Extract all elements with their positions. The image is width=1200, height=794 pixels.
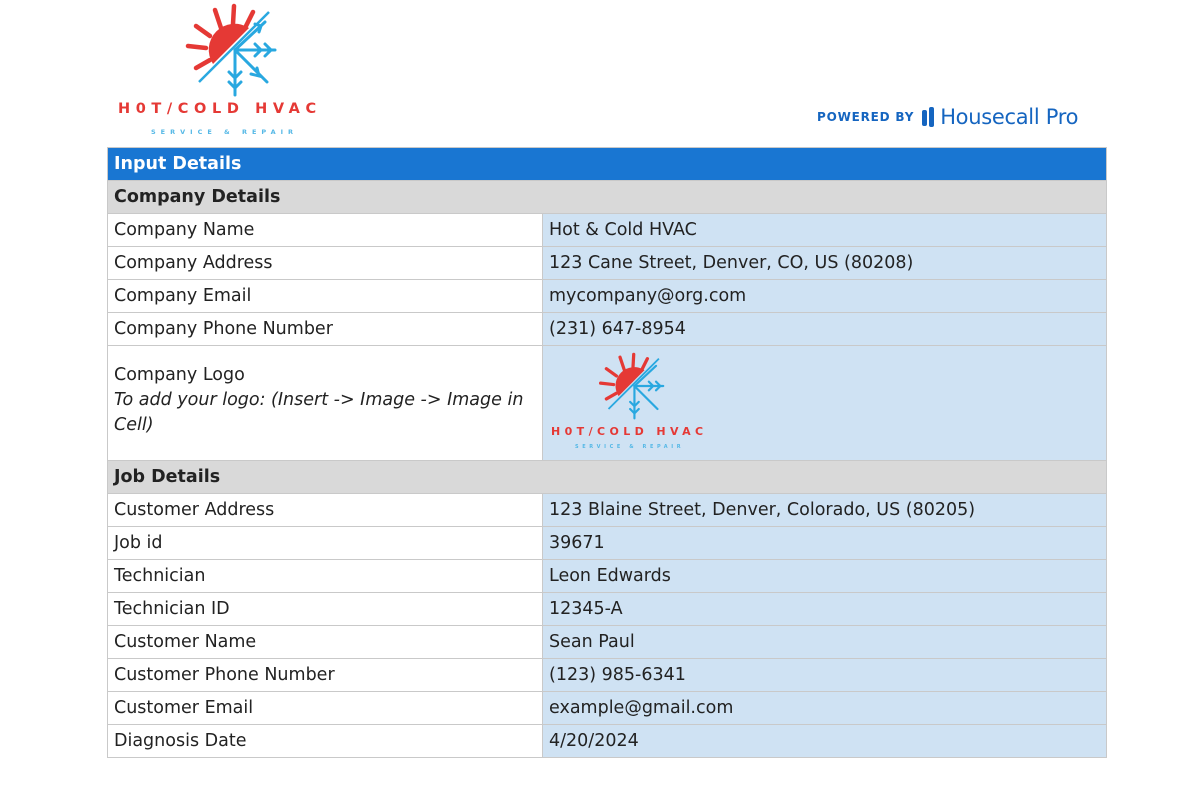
table-row: Technician ID 12345-A	[107, 592, 1107, 626]
customer-phone-value[interactable]: (123) 985-6341	[542, 658, 1107, 692]
sun-snowflake-icon	[598, 352, 665, 420]
table-row: Customer Email example@gmail.com	[107, 691, 1107, 725]
table-row: Company Name Hot & Cold HVAC	[107, 213, 1107, 247]
table-row: Company Address 123 Cane Street, Denver,…	[107, 246, 1107, 280]
logo-name-text: H0T/COLD HVAC	[551, 425, 708, 438]
job-id-label: Job id	[107, 526, 543, 560]
housecall-pro-icon	[922, 107, 935, 127]
table-row: Company Logo To add your logo: (Insert -…	[107, 345, 1107, 461]
table-row: Company Phone Number (231) 647-8954	[107, 312, 1107, 346]
logo-tagline-text: SERVICE & REPAIR	[575, 444, 685, 450]
company-logo-image: H0T/COLD HVAC SERVICE & REPAIR	[549, 348, 749, 458]
company-logo: H0T/COLD HVAC SERVICE & REPAIR	[113, 0, 353, 140]
technician-label: Technician	[107, 559, 543, 593]
technician-value[interactable]: Leon Edwards	[542, 559, 1107, 593]
company-name-label: Company Name	[107, 213, 543, 247]
company-logo-label: Company Logo	[114, 365, 245, 385]
table-header-row: Input Details	[107, 147, 1107, 181]
customer-phone-label: Customer Phone Number	[107, 658, 543, 692]
company-email-label: Company Email	[107, 279, 543, 313]
customer-name-label: Customer Name	[107, 625, 543, 659]
table-row: Technician Leon Edwards	[107, 559, 1107, 593]
logo-tagline-text: SERVICE & REPAIR	[151, 128, 299, 136]
customer-name-value[interactable]: Sean Paul	[542, 625, 1107, 659]
powered-by-prefix: POWERED BY	[817, 110, 915, 124]
input-details-title: Input Details	[107, 147, 1107, 181]
sun-snowflake-icon	[185, 3, 277, 97]
customer-address-label: Customer Address	[107, 493, 543, 527]
table-row: Customer Name Sean Paul	[107, 625, 1107, 659]
customer-address-value[interactable]: 123 Blaine Street, Denver, Colorado, US …	[542, 493, 1107, 527]
company-details-heading: Company Details	[107, 180, 1107, 214]
table-row: Customer Address 123 Blaine Street, Denv…	[107, 493, 1107, 527]
company-name-value[interactable]: Hot & Cold HVAC	[542, 213, 1107, 247]
logo-name-text: H0T/COLD HVAC	[118, 101, 322, 117]
company-logo-label-cell: Company Logo To add your logo: (Insert -…	[107, 345, 543, 461]
logo-instruction-text: To add your logo: (Insert -> Image -> Im…	[114, 390, 524, 435]
powered-by-badge: POWERED BY Housecall Pro	[817, 102, 1078, 132]
table-row: Diagnosis Date 4/20/2024	[107, 724, 1107, 758]
customer-email-value[interactable]: example@gmail.com	[542, 691, 1107, 725]
company-phone-label: Company Phone Number	[107, 312, 543, 346]
section-row: Company Details	[107, 180, 1107, 214]
table-row: Job id 39671	[107, 526, 1107, 560]
table-row: Company Email mycompany@org.com	[107, 279, 1107, 313]
input-details-table: Input Details Company Details Company Na…	[107, 147, 1107, 758]
powered-by-brand: Housecall Pro	[940, 105, 1079, 129]
company-address-label: Company Address	[107, 246, 543, 280]
diagnosis-date-label: Diagnosis Date	[107, 724, 543, 758]
section-row: Job Details	[107, 460, 1107, 494]
job-details-heading: Job Details	[107, 460, 1107, 494]
company-phone-value[interactable]: (231) 647-8954	[542, 312, 1107, 346]
technician-id-value[interactable]: 12345-A	[542, 592, 1107, 626]
company-address-value[interactable]: 123 Cane Street, Denver, CO, US (80208)	[542, 246, 1107, 280]
job-id-value[interactable]: 39671	[542, 526, 1107, 560]
diagnosis-date-value[interactable]: 4/20/2024	[542, 724, 1107, 758]
table-row: Customer Phone Number (123) 985-6341	[107, 658, 1107, 692]
customer-email-label: Customer Email	[107, 691, 543, 725]
company-email-value[interactable]: mycompany@org.com	[542, 279, 1107, 313]
technician-id-label: Technician ID	[107, 592, 543, 626]
company-logo-value[interactable]: H0T/COLD HVAC SERVICE & REPAIR	[542, 345, 1107, 461]
